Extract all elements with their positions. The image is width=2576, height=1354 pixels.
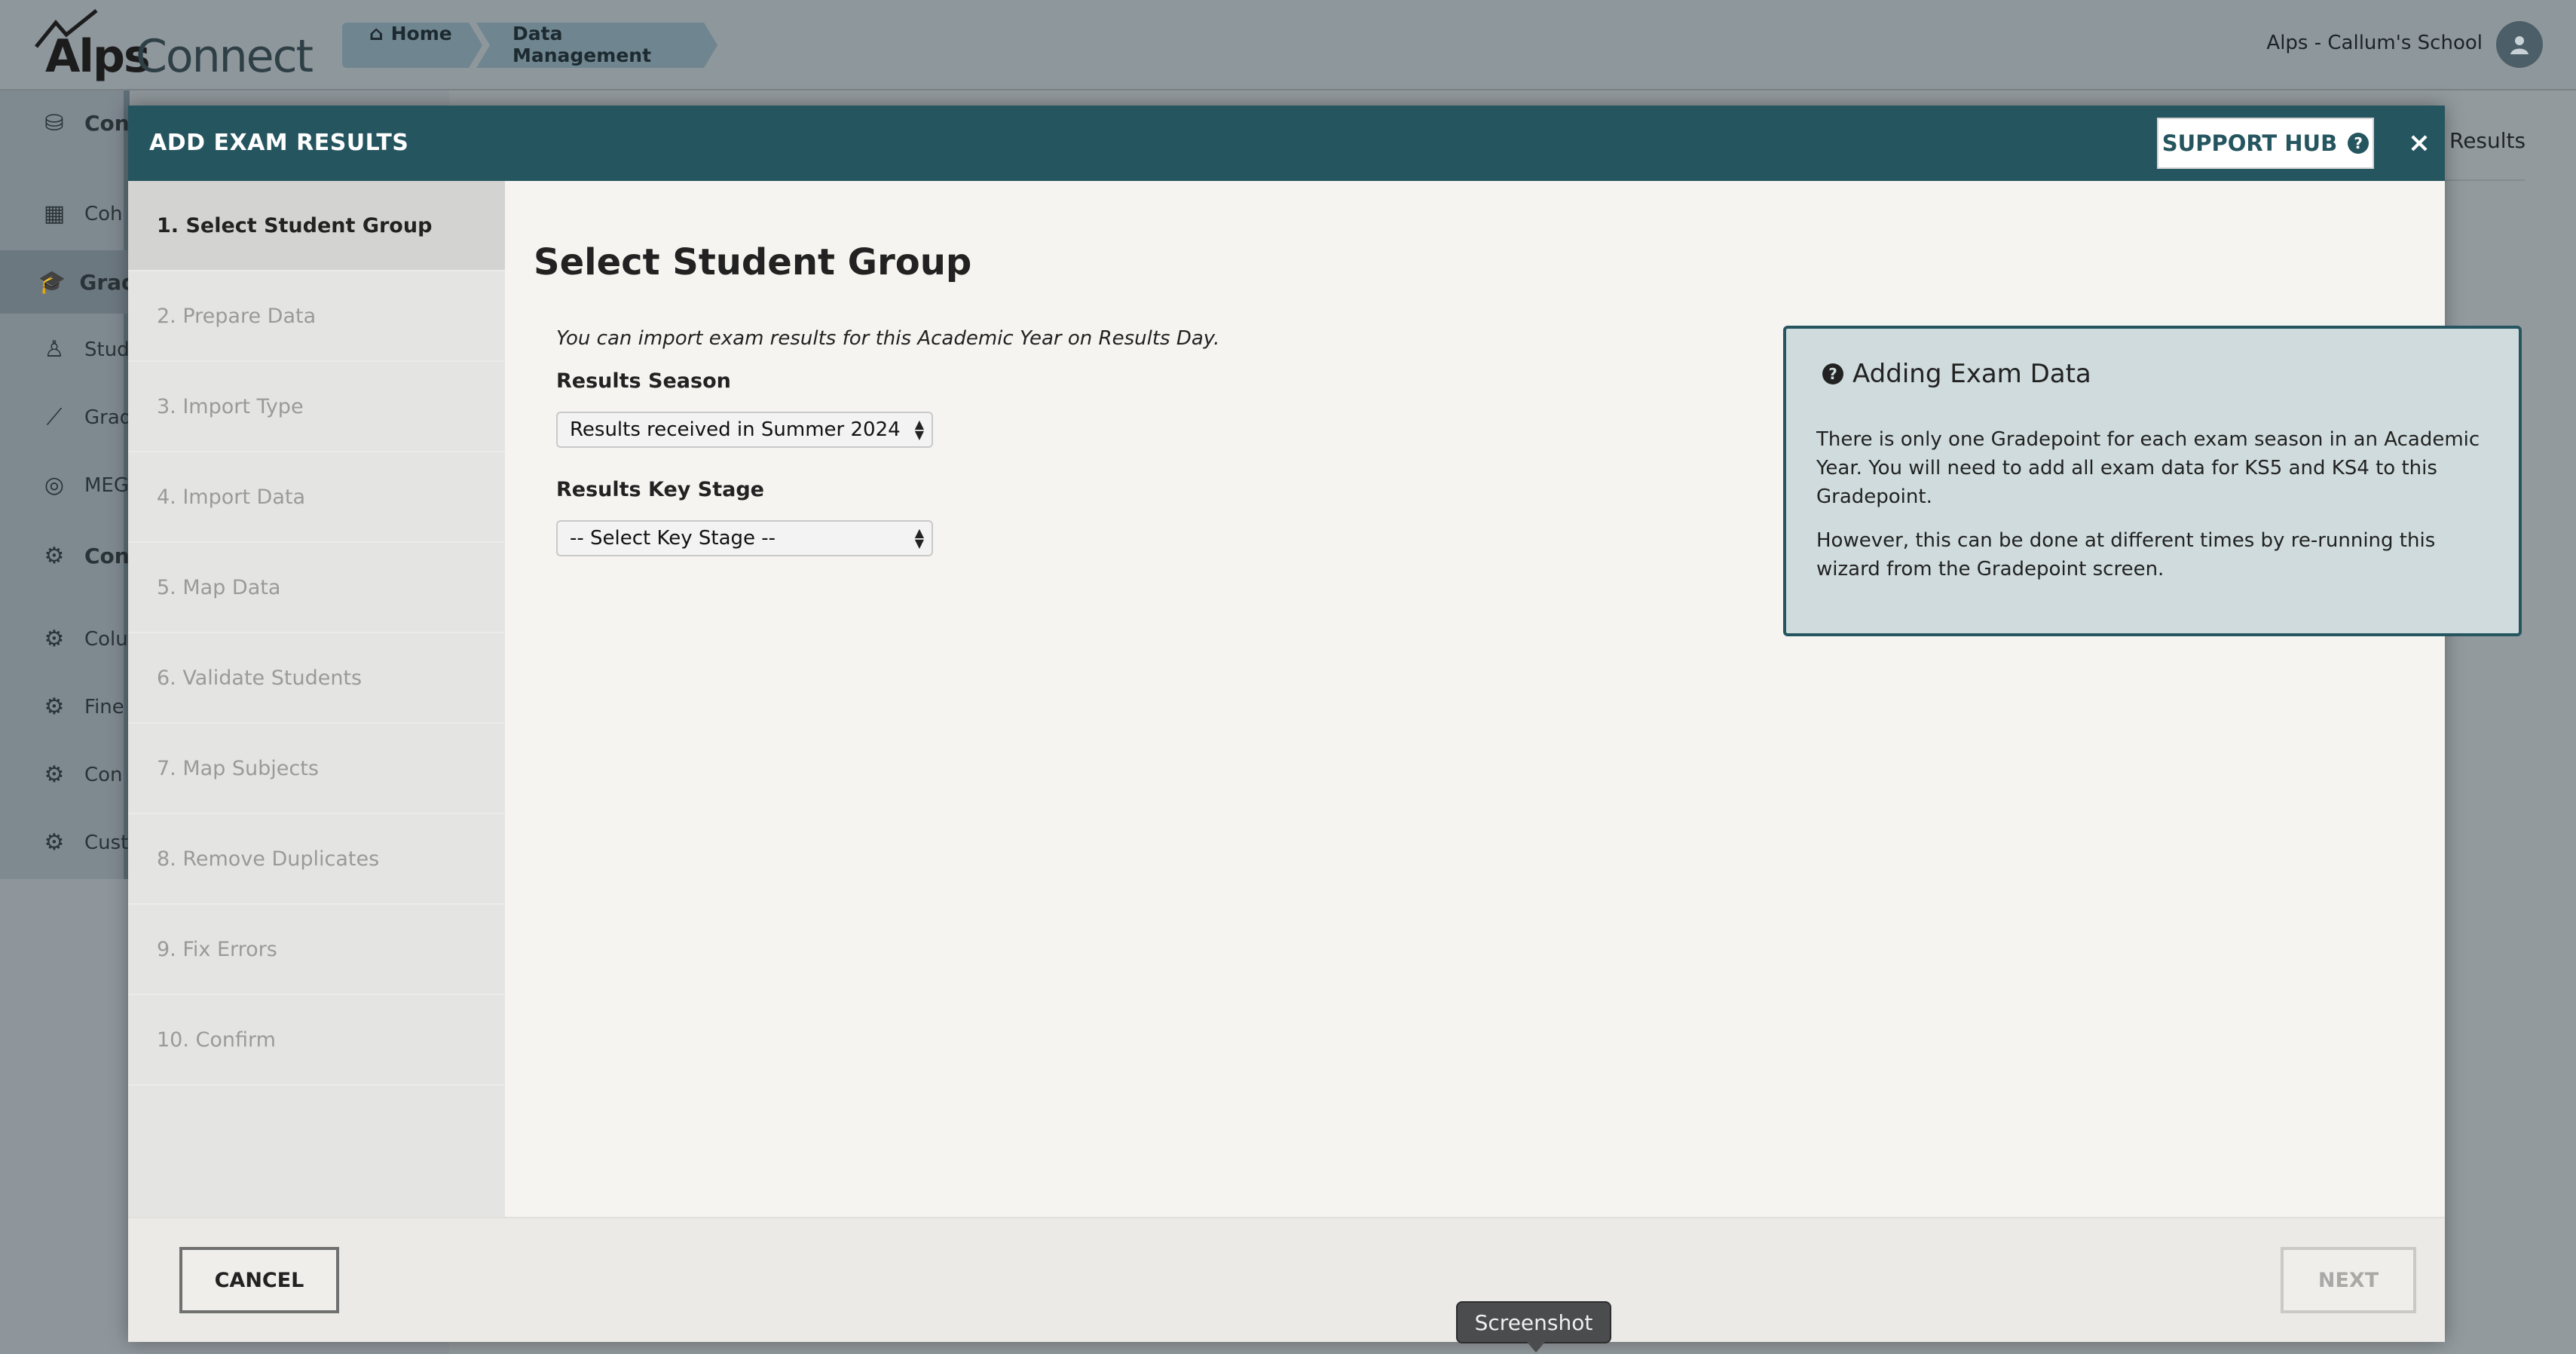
alps-connect-logo[interactable]: Alps Connect: [33, 9, 320, 83]
support-hub-button[interactable]: SUPPORT HUB ?: [2157, 118, 2374, 169]
info-paragraph-2: However, this can be done at different t…: [1816, 529, 2436, 581]
step-confirm: 10. Confirm: [128, 995, 505, 1086]
select-arrows-icon: ▲ ▼: [914, 525, 924, 550]
bg-sidebar-item[interactable]: ⚙ Con: [38, 761, 123, 788]
bg-sidebar-item[interactable]: ⚙ Con: [38, 543, 130, 569]
target-icon: ◎: [44, 472, 65, 498]
wizard-steps: 1. Select Student Group 2. Prepare Data …: [128, 181, 505, 1217]
modal-header: ADD EXAM RESULTS SUPPORT HUB ? ×: [128, 106, 2445, 181]
step-map-data: 5. Map Data: [128, 543, 505, 633]
step-remove-duplicates: 8. Remove Duplicates: [128, 814, 505, 905]
support-hub-label: SUPPORT HUB: [2161, 130, 2338, 156]
results-key-stage-select[interactable]: -- Select Key Stage -- ▲ ▼: [556, 520, 933, 556]
top-bar: Alps Connect ⌂ Home Data Management Alps …: [0, 0, 2576, 90]
table-icon: ▦: [43, 201, 66, 227]
step-map-subjects: 7. Map Subjects: [128, 724, 505, 814]
breadcrumb-home[interactable]: ⌂ Home: [342, 23, 482, 68]
bg-sidebar-item[interactable]: ◎ MEG: [38, 472, 129, 498]
bg-sidebar-item[interactable]: ⚙ Colu: [38, 626, 128, 652]
breadcrumb-data-management[interactable]: Data Management: [476, 23, 717, 68]
bg-sidebar-item[interactable]: 🎓 Grad: [0, 250, 136, 314]
info-title: ? Adding Exam Data: [1822, 359, 2091, 389]
user-avatar-icon[interactable]: [2496, 21, 2543, 68]
screenshot-tooltip: Screenshot: [1456, 1301, 1611, 1352]
page-title: Select Student Group: [534, 241, 972, 283]
bg-sidebar-item[interactable]: ⟋ Grad: [38, 404, 133, 430]
breadcrumb-home-label: Home: [390, 23, 452, 44]
gear-icon: ⚙: [44, 829, 65, 856]
home-icon: ⌂: [369, 23, 384, 45]
modal-title: ADD EXAM RESULTS: [149, 130, 409, 156]
bg-sidebar-item[interactable]: ⛁ Con: [38, 110, 129, 136]
results-key-stage-value: -- Select Key Stage --: [570, 527, 776, 550]
step-import-type: 3. Import Type: [128, 362, 505, 452]
gear-icon: ⚙: [44, 694, 65, 720]
question-circle-icon: ?: [1822, 363, 1843, 384]
step-prepare-data: 2. Prepare Data: [128, 271, 505, 362]
results-season-value: Results received in Summer 2024: [570, 418, 901, 441]
logo-alps-text: Alps: [45, 30, 151, 83]
bg-results-tab[interactable]: Results: [2449, 128, 2526, 153]
info-title-text: Adding Exam Data: [1852, 359, 2091, 389]
info-paragraph-1: There is only one Gradepoint for each ex…: [1816, 428, 2480, 508]
step-select-student-group[interactable]: 1. Select Student Group: [128, 181, 505, 271]
close-icon[interactable]: ×: [2403, 125, 2436, 161]
bg-sidebar-item[interactable]: ⚙ Cust: [38, 829, 129, 856]
select-arrows-icon: ▲ ▼: [914, 417, 924, 442]
bg-sidebar-item[interactable]: ⚙ Fine: [38, 694, 124, 720]
modal-footer: CANCEL NEXT: [128, 1217, 2445, 1342]
results-key-stage-label: Results Key Stage: [556, 478, 764, 501]
step-fix-errors: 9. Fix Errors: [128, 905, 505, 995]
breadcrumb-current-label: Data Management: [512, 23, 652, 66]
results-season-select[interactable]: Results received in Summer 2024 ▲ ▼: [556, 412, 933, 448]
bg-sidebar-item[interactable]: ♙ Stud: [38, 336, 130, 363]
wizard-main-panel: Select Student Group You can import exam…: [505, 181, 2522, 1217]
student-icon: ♙: [44, 336, 65, 363]
question-circle-icon: ?: [2348, 133, 2369, 154]
database-icon: ⛁: [44, 110, 64, 136]
line-chart-icon: ⟋: [46, 404, 63, 430]
user-name[interactable]: Alps - Callum's School: [2266, 32, 2483, 54]
results-day-note: You can import exam results for this Aca…: [556, 327, 1220, 350]
graduation-cap-icon: 🎓: [38, 268, 66, 296]
gear-icon: ⚙: [44, 761, 65, 788]
logo-connect-text: Connect: [136, 30, 314, 83]
next-button[interactable]: NEXT: [2281, 1247, 2416, 1313]
cancel-button[interactable]: CANCEL: [179, 1247, 339, 1313]
gear-icon: ⚙: [44, 543, 65, 569]
background-sidebar: ⛁ Con ▦ Coh 🎓 Grad ♙ Stud ⟋ Grad ◎ MEG ⚙ Con ⚙ C…: [0, 90, 136, 879]
add-exam-results-modal: ADD EXAM RESULTS SUPPORT HUB ? × 1. Sele…: [128, 106, 2522, 1342]
bg-sidebar-item[interactable]: ▦ Coh: [38, 201, 123, 227]
results-season-label: Results Season: [556, 369, 731, 393]
step-validate-students: 6. Validate Students: [128, 633, 505, 724]
adding-exam-data-info: ? Adding Exam Data There is only one Gra…: [1783, 326, 2522, 636]
step-import-data: 4. Import Data: [128, 452, 505, 543]
gear-icon: ⚙: [44, 626, 65, 652]
